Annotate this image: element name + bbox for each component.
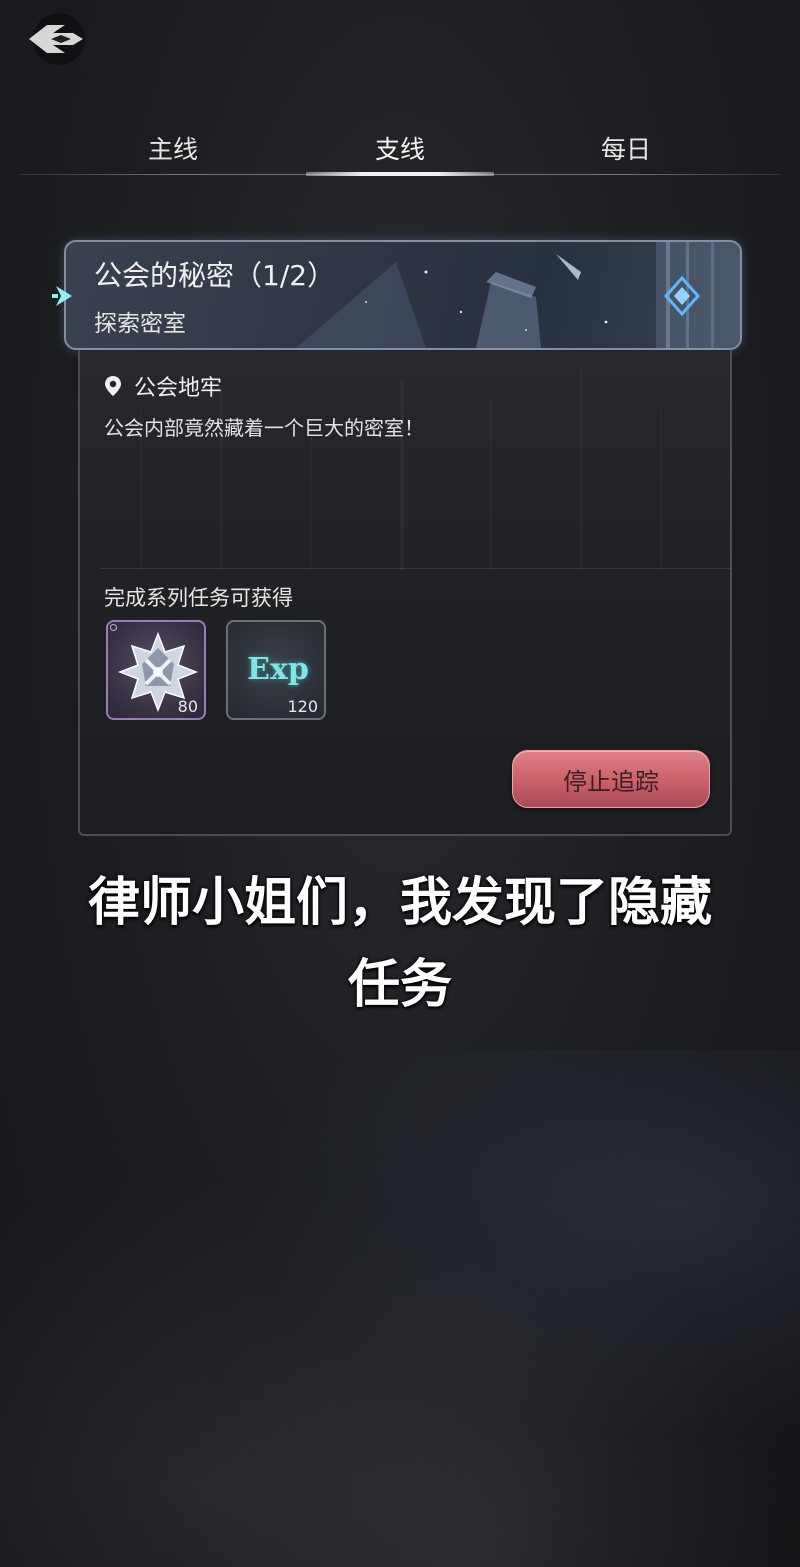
- caption-line-2: 任务: [347, 955, 452, 1015]
- reward-quantity: 80: [177, 697, 198, 716]
- quest-tabs: 主线 支线 每日: [20, 118, 780, 178]
- exp-icon: Exp: [247, 652, 309, 687]
- quest-detail-panel: 公会地牢 公会内部竟然藏着一个巨大的密室！ 完成系列任务可获得 80 Exp 1…: [78, 350, 732, 836]
- reward-heading: 完成系列任务可获得: [104, 586, 293, 610]
- background-haze: [0, 1050, 800, 1567]
- reward-quantity: 120: [287, 697, 318, 716]
- active-tab-indicator: [306, 172, 494, 176]
- tracking-arrow-icon: [52, 286, 72, 306]
- caption-line-1: 律师小姐们，我发现了隐藏: [87, 873, 712, 933]
- quest-subtitle: 探索密室: [94, 311, 186, 337]
- tab-daily[interactable]: 每日: [531, 130, 721, 166]
- stop-tracking-button[interactable]: 停止追踪: [512, 750, 710, 808]
- tab-main[interactable]: 主线: [78, 130, 268, 166]
- quest-description: 公会内部竟然藏着一个巨大的密室！: [104, 416, 424, 440]
- tab-side[interactable]: 支线: [305, 130, 495, 166]
- reward-item-emblem[interactable]: 80: [106, 620, 206, 720]
- back-button[interactable]: [18, 8, 94, 70]
- back-arrow-icon: [29, 13, 85, 65]
- reward-item-exp[interactable]: Exp 120: [226, 620, 326, 720]
- video-caption: 律师小姐们，我发现了隐藏 任务: [0, 862, 800, 1026]
- quest-marker-diamond-icon[interactable]: [664, 276, 700, 316]
- quest-header-card[interactable]: 公会的秘密（1/2） 探索密室: [64, 240, 742, 350]
- location-row: 公会地牢: [104, 370, 222, 402]
- quest-title: 公会的秘密（1/2）: [94, 259, 336, 292]
- location-pin-icon: [105, 376, 121, 396]
- location-name: 公会地牢: [134, 376, 223, 401]
